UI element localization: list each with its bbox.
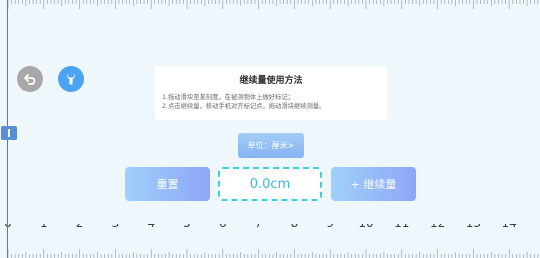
slider-handle[interactable] [1,126,17,140]
instructions-card: 继续量使用方法 1.拖动滑块至某刻度，在被测物体上做好标记； 2.点击继续量，移… [155,66,387,120]
ruler-label: 10 [358,224,373,230]
back-button[interactable] [17,66,43,92]
ruler-bottom: 01234567891011121314 [0,224,540,258]
ruler-label: 2 [76,224,84,230]
ruler-label: 6 [219,224,227,230]
back-arrow-icon [24,74,36,85]
ruler-label: 7 [255,224,263,230]
ruler-label: 11 [394,224,409,230]
unit-selector-button[interactable]: 单位：厘米> [238,133,304,158]
instructions-step-1: 1.拖动滑块至某刻度，在被测物体上做好标记； [162,94,294,101]
ruler-label: 4 [147,224,155,230]
ruler-label: 8 [291,224,299,230]
ruler-label: 5 [183,224,191,230]
ruler-label: 12 [430,224,445,230]
ruler-label: 14 [502,224,517,230]
ruler-top: 01234567891011121314 [0,0,540,34]
ruler-top-scale: 01234567891011121314 [7,0,539,9]
continue-measure-button[interactable]: + 继续量 [331,167,416,201]
reset-button[interactable]: 重置 [125,167,210,201]
ruler-label: 9 [326,224,334,230]
ruler-label: 0 [4,224,12,230]
ruler-label: 13 [466,224,481,230]
ruler-label: 3 [112,224,120,230]
instructions-title: 继续量使用方法 [239,76,303,86]
ruler-bottom-scale: 01234567891011121314 [4,224,539,258]
instructions-step-2: 2.点击继续量，移动手机对齐标记点，拖动滑块继续测量。 [162,103,326,110]
ruler-label: 1 [40,224,48,230]
settings-tool-button[interactable] [58,66,84,92]
wrench-icon [67,73,75,85]
measurement-display: 0.0cm [218,167,322,201]
